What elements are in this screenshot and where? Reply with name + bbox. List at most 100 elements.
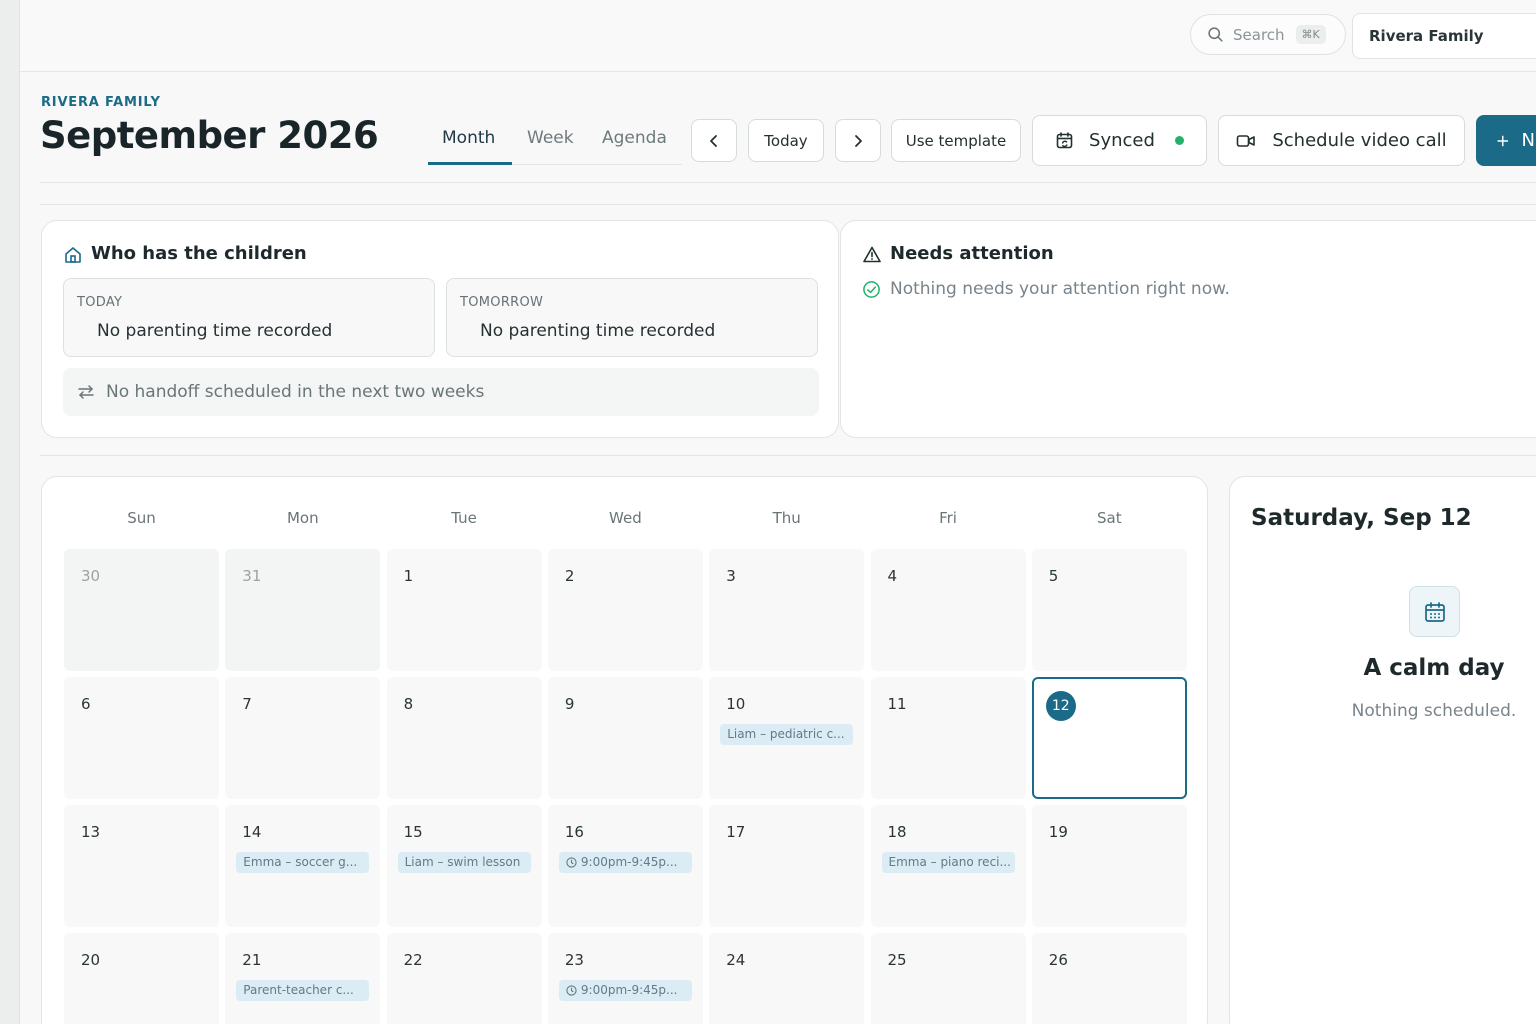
attention-message: Nothing needs your attention right now. bbox=[862, 279, 1230, 299]
today-button[interactable]: Today bbox=[748, 119, 824, 162]
clock-icon bbox=[566, 985, 577, 996]
event-chip[interactable]: Emma – piano reci... bbox=[881, 852, 1015, 873]
day-cell[interactable]: 22 bbox=[386, 933, 542, 1024]
day-cell[interactable]: 30 bbox=[64, 549, 219, 671]
day-cell[interactable]: 13 bbox=[64, 805, 219, 927]
view-tabs: Month Week Agenda bbox=[428, 112, 682, 165]
event-chip[interactable]: Liam – pediatric c... bbox=[720, 724, 854, 745]
day-number: 20 bbox=[81, 951, 101, 969]
day-cell[interactable]: 20 bbox=[64, 933, 219, 1024]
event-label: 9:00pm-9:45p... bbox=[580, 855, 678, 869]
day-cell[interactable]: 26 bbox=[1031, 933, 1187, 1024]
day-number: 17 bbox=[726, 823, 746, 841]
day-cell[interactable]: 23 9:00pm-9:45p... bbox=[547, 933, 703, 1024]
top-bar: Search ⌘K Rivera Family bbox=[20, 0, 1536, 72]
video-camera-icon bbox=[1237, 134, 1256, 147]
weekday-header: Sat bbox=[1096, 509, 1122, 527]
weekday-header: Mon bbox=[286, 509, 319, 527]
event-label: Emma – piano reci... bbox=[888, 855, 1011, 869]
check-circle-icon bbox=[863, 280, 880, 298]
event-chip[interactable]: 9:00pm-9:45p... bbox=[558, 980, 692, 1001]
month-calendar: Sun Mon Tue Wed Thu Fri Sat 30 31 1 2 3 4 5 6 7 8 9 10 Liam… bbox=[41, 476, 1208, 1024]
event-label: Emma – soccer g... bbox=[243, 855, 358, 869]
day-number: 2 bbox=[564, 567, 575, 585]
tab-month[interactable]: Month bbox=[442, 128, 495, 148]
handoff-text: No handoff scheduled in the next two wee… bbox=[106, 382, 485, 402]
empty-day-subtitle: Nothing scheduled. bbox=[1351, 701, 1517, 721]
day-cell[interactable]: 17 bbox=[709, 805, 865, 927]
day-number: 4 bbox=[887, 567, 898, 585]
synced-button[interactable]: Synced bbox=[1032, 115, 1207, 166]
day-number: 6 bbox=[81, 695, 91, 713]
event-chip[interactable]: Emma – soccer g... bbox=[236, 852, 370, 873]
day-number: 7 bbox=[242, 695, 252, 713]
day-cell[interactable]: 11 bbox=[870, 677, 1026, 799]
day-number: 22 bbox=[403, 951, 423, 969]
day-cell-selected[interactable]: 12 bbox=[1031, 677, 1187, 799]
tab-week[interactable]: Week bbox=[527, 128, 574, 148]
next-month-button[interactable] bbox=[835, 119, 881, 162]
day-cell[interactable]: 3 bbox=[709, 549, 865, 671]
day-detail-panel: Saturday, Sep 12 A calm day Nothing sche… bbox=[1229, 476, 1536, 1024]
calendar-sync-icon bbox=[1056, 131, 1073, 148]
day-cell[interactable]: 31 bbox=[225, 549, 381, 671]
family-eyebrow: RIVERA FAMILY bbox=[41, 95, 161, 110]
day-cell[interactable]: 25 bbox=[870, 933, 1026, 1024]
attention-card-title: Needs attention bbox=[890, 243, 1054, 264]
weekday-header: Sun bbox=[127, 509, 156, 527]
event-chip[interactable]: Parent-teacher c... bbox=[236, 980, 370, 1001]
search-box[interactable]: Search ⌘K bbox=[1190, 14, 1346, 55]
day-number: 25 bbox=[887, 951, 907, 969]
day-cell[interactable]: 2 bbox=[547, 549, 703, 671]
day-cell[interactable]: 15 Liam – swim lesson bbox=[386, 805, 542, 927]
day-cell[interactable]: 14 Emma – soccer g... bbox=[225, 805, 381, 927]
new-event-button[interactable]: N bbox=[1476, 115, 1536, 166]
day-number: 10 bbox=[726, 695, 746, 713]
day-number: 31 bbox=[242, 567, 262, 585]
family-selector[interactable]: Rivera Family bbox=[1352, 13, 1536, 59]
synced-label: Synced bbox=[1089, 130, 1155, 151]
chevron-left-icon bbox=[710, 134, 717, 147]
day-cell[interactable]: 9 bbox=[547, 677, 703, 799]
new-event-label: N bbox=[1521, 130, 1535, 151]
prev-month-button[interactable] bbox=[691, 119, 737, 162]
use-template-button[interactable]: Use template bbox=[891, 119, 1021, 162]
weekday-header: Thu bbox=[772, 509, 801, 527]
day-number: 5 bbox=[1048, 567, 1059, 585]
day-cell[interactable]: 24 bbox=[709, 933, 865, 1024]
day-cell[interactable]: 19 bbox=[1031, 805, 1187, 927]
day-cell[interactable]: 21 Parent-teacher c... bbox=[225, 933, 381, 1024]
day-cell[interactable]: 1 bbox=[386, 549, 542, 671]
day-number: 1 bbox=[403, 567, 414, 585]
event-label: Liam – swim lesson bbox=[404, 855, 521, 869]
clock-icon bbox=[566, 857, 577, 868]
day-cell[interactable]: 5 bbox=[1031, 549, 1187, 671]
tab-agenda[interactable]: Agenda bbox=[602, 128, 667, 148]
today-status-label: TODAY bbox=[77, 295, 123, 310]
plus-icon bbox=[1497, 135, 1509, 146]
day-cell[interactable]: 6 bbox=[64, 677, 219, 799]
day-cell[interactable]: 10 Liam – pediatric c... bbox=[709, 677, 865, 799]
event-chip[interactable]: Liam – swim lesson bbox=[397, 852, 531, 873]
attention-message-text: Nothing needs your attention right now. bbox=[890, 279, 1230, 299]
needs-attention-card: Needs attention Nothing needs your atten… bbox=[840, 220, 1536, 438]
day-number: 14 bbox=[242, 823, 262, 841]
search-icon bbox=[1208, 27, 1223, 42]
day-number: 13 bbox=[81, 823, 101, 841]
day-cell[interactable]: 4 bbox=[870, 549, 1026, 671]
active-tab-indicator bbox=[428, 162, 512, 165]
calendar-icon bbox=[1424, 601, 1445, 622]
synced-status-dot bbox=[1174, 136, 1184, 145]
schedule-video-call-button[interactable]: Schedule video call bbox=[1218, 115, 1465, 166]
left-rail bbox=[0, 0, 20, 1024]
day-number: 21 bbox=[242, 951, 262, 969]
day-number: 19 bbox=[1048, 823, 1068, 841]
day-cell[interactable]: 18 Emma – piano reci... bbox=[870, 805, 1026, 927]
day-cell[interactable]: 8 bbox=[386, 677, 542, 799]
selected-day-title: Saturday, Sep 12 bbox=[1251, 505, 1472, 531]
empty-day-badge bbox=[1409, 586, 1460, 637]
event-chip[interactable]: 9:00pm-9:45p... bbox=[558, 852, 692, 873]
search-shortcut: ⌘K bbox=[1295, 25, 1326, 44]
day-cell[interactable]: 16 9:00pm-9:45p... bbox=[547, 805, 703, 927]
day-cell[interactable]: 7 bbox=[225, 677, 381, 799]
